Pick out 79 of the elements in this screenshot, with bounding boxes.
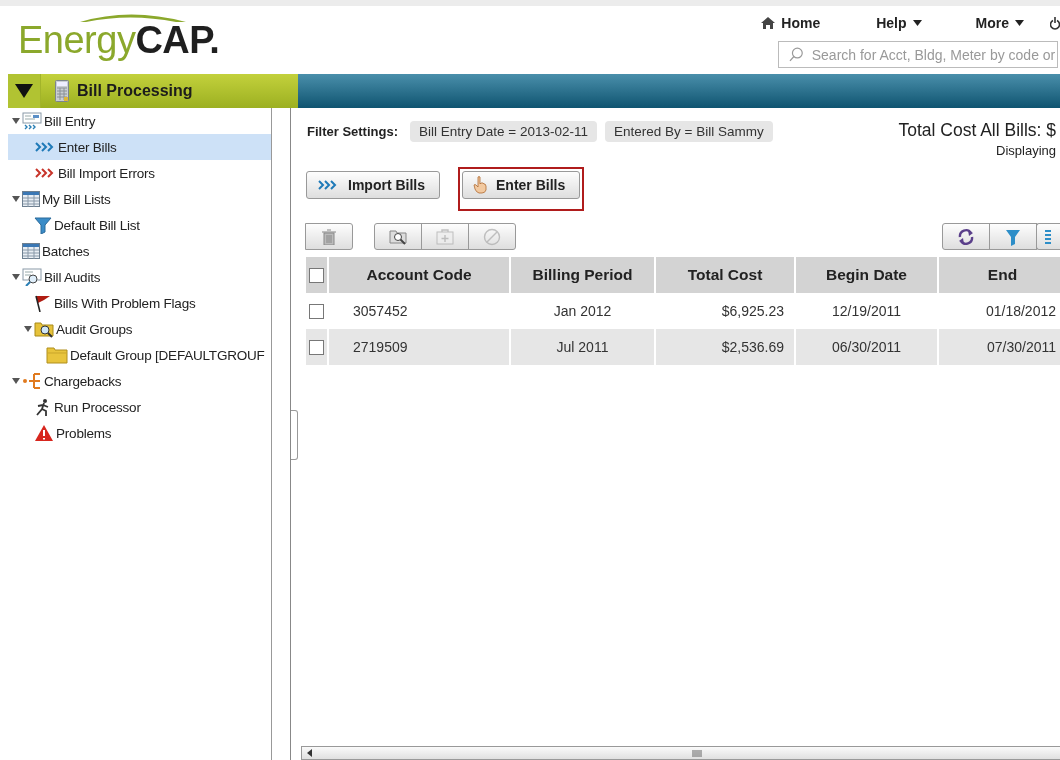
tree-item[interactable]: Chargebacks [8, 368, 271, 394]
caret-icon [912, 20, 922, 26]
filter-chip: Bill Entry Date = 2013-02-11 [410, 120, 597, 142]
caret-icon [1015, 20, 1024, 26]
table-icon [22, 243, 40, 259]
chevrons-icon [34, 167, 56, 179]
power-icon[interactable] [1050, 16, 1060, 30]
collapse-icon[interactable] [12, 377, 20, 385]
toolbar-button[interactable] [1036, 223, 1060, 250]
action-button[interactable]: Import Bills [306, 171, 440, 199]
tree-item[interactable]: Bill Import Errors [8, 160, 271, 186]
menu-link[interactable]: Help [876, 15, 922, 31]
folder-search-icon [389, 228, 407, 245]
chevrons-icon [317, 179, 339, 191]
home-link[interactable]: Home [761, 15, 821, 31]
displaying-text: Displaying [996, 143, 1056, 158]
collapse-icon[interactable] [15, 84, 33, 98]
tree-item[interactable]: Bill Audits [8, 264, 271, 290]
column-header[interactable]: Account Code [328, 257, 510, 293]
row-checkbox[interactable] [309, 339, 324, 355]
tree-item[interactable]: Run Processor [8, 394, 271, 420]
funnel-icon [1005, 227, 1021, 246]
table-cell: 06/30/2011 [795, 329, 938, 365]
search-icon [789, 47, 804, 62]
column-header[interactable]: Billing Period [510, 257, 655, 293]
tree-item[interactable]: My Bill Lists [8, 186, 271, 212]
toolbar-button[interactable] [942, 223, 990, 250]
folder-icon [46, 346, 68, 364]
filter-label: Filter Settings: [307, 123, 398, 139]
tree-item[interactable]: Problems [8, 420, 271, 446]
tree-item[interactable]: Default Bill List [8, 212, 271, 238]
total-cost-text: Total Cost All Bills: $ [898, 120, 1056, 141]
column-header[interactable]: End [938, 257, 1060, 293]
tree-item[interactable]: Bills With Problem Flags [8, 290, 271, 316]
collapse-icon[interactable] [12, 195, 20, 203]
action-button[interactable]: Enter Bills [462, 171, 581, 199]
menu-link[interactable]: More [975, 15, 1024, 31]
funnel-icon [34, 216, 52, 234]
calculator-icon [55, 80, 69, 102]
filter-chip: Entered By = Bill Sammy [605, 120, 773, 142]
table-icon [22, 191, 40, 207]
prohibited-icon [483, 227, 501, 246]
horizontal-scrollbar[interactable] [301, 746, 1060, 760]
grip-icon[interactable] [692, 749, 702, 757]
bill-form-icon [22, 112, 42, 130]
flag-icon [34, 294, 52, 312]
magnified-form-icon [22, 268, 42, 286]
toolbar-button[interactable] [989, 223, 1037, 250]
collapse-icon[interactable] [24, 325, 32, 333]
select-all-checkbox[interactable] [309, 267, 324, 283]
add-icon [436, 228, 454, 245]
row-checkbox[interactable] [309, 303, 324, 319]
left-arrow-icon[interactable] [306, 749, 314, 757]
splitter-handle[interactable] [291, 410, 298, 460]
tree-item[interactable]: Default Group [DEFAULTGROUF [8, 342, 271, 368]
search-field[interactable]: Search for Acct, Bldg, Meter by code or [778, 41, 1058, 68]
column-header[interactable]: Begin Date [795, 257, 938, 293]
collapse-icon[interactable] [12, 117, 20, 125]
table-cell: Jul 2011 [510, 329, 655, 365]
home-icon [761, 17, 776, 29]
collapse-icon[interactable] [12, 273, 20, 281]
table-cell: 2719509 [328, 329, 510, 365]
tree-item[interactable]: Audit Groups [8, 316, 271, 342]
branch-icon [22, 372, 42, 390]
column-header[interactable]: Total Cost [655, 257, 795, 293]
tree-item[interactable]: Enter Bills [8, 134, 271, 160]
tree-item[interactable]: Batches [8, 238, 271, 264]
trash-icon [322, 228, 336, 245]
hand-pointer-icon [473, 176, 487, 194]
module-title: Bill Processing [77, 82, 193, 100]
columns-icon [1045, 228, 1051, 245]
table-cell: $2,536.69 [655, 329, 795, 365]
logo-arc-icon [80, 12, 186, 22]
table-cell: 07/30/2011 [938, 329, 1060, 365]
folder-search-icon [34, 320, 54, 338]
tree-item[interactable]: Bill Entry [8, 108, 271, 134]
chevrons-icon [34, 141, 56, 153]
refresh-icon [957, 227, 975, 246]
warning-icon [34, 424, 54, 442]
